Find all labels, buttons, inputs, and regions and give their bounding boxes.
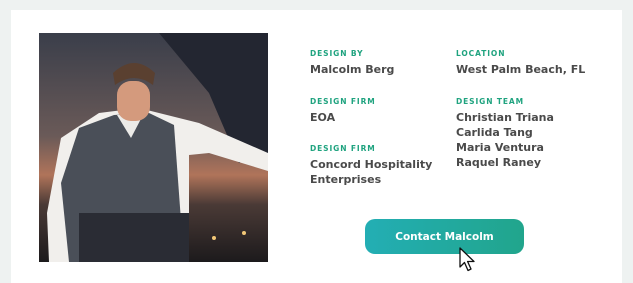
field-design-by: DESIGN BY Malcolm Berg	[310, 49, 394, 77]
location-label: LOCATION	[456, 49, 506, 58]
design-team-member: Maria Ventura	[456, 141, 544, 154]
design-firm-1-label: DESIGN FIRM	[310, 97, 376, 106]
design-firm-2-line: Concord Hospitality	[310, 158, 433, 171]
field-design-firm-1: DESIGN FIRM EOA	[310, 97, 376, 125]
design-by-label: DESIGN BY	[310, 49, 364, 58]
design-by-value: Malcolm Berg	[310, 63, 395, 76]
pointer-arrow-icon	[459, 247, 477, 277]
field-design-firm-2: DESIGN FIRM Concord Hospitality Enterpri…	[310, 144, 432, 187]
designer-card: DESIGN BY Malcolm Berg LOCATION West Pal…	[11, 10, 622, 283]
field-design-team: DESIGN TEAM Christian Triana Carlida Tan…	[456, 97, 554, 170]
design-firm-2-value: Concord Hospitality Enterprises	[310, 157, 432, 187]
designer-photo	[39, 33, 268, 262]
design-team-member: Christian Triana	[456, 111, 554, 124]
design-firm-1-value: EOA	[310, 111, 336, 124]
design-team-member: Carlida Tang	[456, 126, 533, 139]
design-firm-2-line: Enterprises	[310, 173, 382, 186]
location-value: West Palm Beach, FL	[456, 63, 586, 76]
design-firm-2-label: DESIGN FIRM	[310, 144, 376, 153]
design-team-member: Raquel Raney	[456, 156, 542, 169]
field-location: LOCATION West Palm Beach, FL	[456, 49, 585, 77]
contact-button[interactable]: Contact Malcolm	[365, 219, 524, 254]
design-team-label: DESIGN TEAM	[456, 97, 524, 106]
design-team-value: Christian Triana Carlida Tang Maria Vent…	[456, 110, 554, 170]
